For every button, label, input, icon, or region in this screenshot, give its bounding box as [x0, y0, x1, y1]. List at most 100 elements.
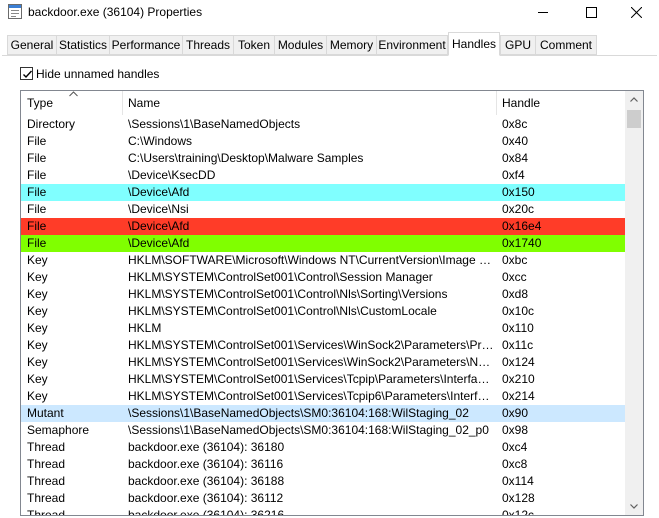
table-row[interactable]: File \Device\Afd 0x150 — [21, 184, 625, 201]
tab-statistics[interactable]: Statistics — [56, 35, 110, 55]
cell-name: \Sessions\1\BaseNamedObjects\SM0:36104:1… — [128, 406, 469, 420]
table-row[interactable]: Key HKLM\SYSTEM\ControlSet001\Services\Wi… — [21, 337, 625, 354]
cell-name: HKLM — [128, 321, 162, 335]
cell-name: backdoor.exe (36104): 36116 — [128, 457, 284, 471]
cell-type: Key — [27, 321, 48, 335]
tab-gpu[interactable]: GPU — [500, 35, 536, 55]
checkmark-icon — [23, 70, 33, 79]
cell-handle: 0x90 — [502, 406, 529, 420]
tab-modules[interactable]: Modules — [274, 35, 327, 55]
cell-type: Key — [27, 372, 48, 386]
scroll-up-button[interactable] — [625, 91, 643, 108]
tab-performance[interactable]: Performance — [109, 35, 183, 55]
cell-handle: 0x214 — [502, 389, 535, 403]
close-icon — [631, 7, 642, 18]
column-header-type[interactable]: Type — [21, 91, 121, 115]
cell-handle: 0x12c — [502, 508, 535, 516]
cell-handle: 0x16e4 — [502, 219, 542, 233]
column-header-type-label: Type — [27, 96, 54, 110]
cell-type: Thread — [27, 457, 66, 471]
cell-type: Key — [27, 253, 48, 267]
cell-handle: 0x11c — [502, 338, 534, 352]
maximize-button[interactable] — [568, 0, 614, 25]
tab-token[interactable]: Token — [233, 35, 275, 55]
tab-general[interactable]: General — [7, 35, 57, 55]
cell-type: Key — [27, 270, 48, 284]
table-row[interactable]: File \Device\Afd 0x1740 — [21, 235, 625, 252]
hide-unnamed-handles-checkbox[interactable] — [20, 67, 33, 80]
cell-name: \Sessions\1\BaseNamedObjects — [128, 117, 301, 131]
cell-type: File — [27, 202, 47, 216]
cell-name: \Device\KsecDD — [128, 168, 216, 182]
table-row[interactable]: File \Device\KsecDD 0xf4 — [21, 167, 625, 184]
tab-comment[interactable]: Comment — [535, 35, 597, 55]
tab-environment[interactable]: Environment — [376, 35, 448, 55]
table-row[interactable]: Thread backdoor.exe (36104): 36188 0x114 — [21, 473, 625, 490]
cell-handle: 0x114 — [502, 474, 534, 488]
cell-handle: 0xcc — [502, 270, 527, 284]
cell-name: backdoor.exe (36104): 36112 — [128, 491, 284, 505]
chevron-down-icon — [630, 504, 638, 509]
cell-type: Thread — [27, 474, 66, 488]
sort-ascending-icon — [69, 91, 78, 97]
cell-type: File — [27, 168, 47, 182]
table-row[interactable]: File \Device\Nsi 0x20c — [21, 201, 625, 218]
scrollbar-thumb[interactable] — [627, 110, 641, 128]
cell-name: HKLM\SYSTEM\ControlSet001\Control\Nls\Cu… — [128, 304, 437, 318]
table-row[interactable]: Key HKLM\SYSTEM\ControlSet001\Services\Wi… — [21, 354, 625, 371]
table-row[interactable]: Key HKLM\SYSTEM\ControlSet001\Control\Ses… — [21, 269, 625, 286]
cell-name: backdoor.exe (36104): 36188 — [128, 474, 285, 488]
cell-handle: 0x20c — [502, 202, 535, 216]
cell-handle: 0x98 — [502, 423, 529, 437]
table-row[interactable]: File \Device\Afd 0x16e4 — [21, 218, 625, 235]
tab-memory[interactable]: Memory — [326, 35, 377, 55]
cell-name: HKLM\SYSTEM\ControlSet001\Services\WinSo… — [128, 355, 494, 369]
cell-handle: 0x210 — [502, 372, 535, 386]
table-row[interactable]: Thread backdoor.exe (36104): 36116 0xc8 — [21, 456, 625, 473]
table-row[interactable]: Directory \Sessions\1\BaseNamedObjects 0x8… — [21, 116, 625, 133]
table-row[interactable]: Key HKLM\SYSTEM\ControlSet001\Control\Nls… — [21, 286, 625, 303]
cell-name: \Device\Afd — [128, 236, 190, 250]
table-row[interactable]: Key HKLM\SYSTEM\ControlSet001\Control\Nls… — [21, 303, 625, 320]
cell-type: File — [27, 185, 47, 199]
table-row[interactable]: Key HKLM\SOFTWARE\Microsoft\Windows NT\Cu… — [21, 252, 625, 269]
column-header-name[interactable]: Name — [122, 91, 496, 115]
close-button[interactable] — [613, 0, 659, 25]
app-icon — [8, 4, 22, 19]
cell-name: backdoor.exe (36104): 36180 — [128, 440, 285, 454]
handles-list[interactable]: Type Name Handle Directory \Sessions\1\Ba… — [20, 90, 644, 516]
cell-handle: 0xf4 — [502, 168, 525, 182]
table-row[interactable]: File C:\Users\training\Desktop\Malware Sa… — [21, 150, 625, 167]
scroll-down-button[interactable] — [625, 498, 643, 515]
cell-type: Key — [27, 355, 48, 369]
cell-type: Key — [27, 389, 48, 403]
table-row[interactable]: Semaphore \Sessions\1\BaseNamedObjects\SM… — [21, 422, 625, 439]
cell-type: Directory — [27, 117, 76, 131]
minimize-button[interactable] — [520, 0, 566, 25]
table-row[interactable]: Key HKLM\SYSTEM\ControlSet001\Services\Tc… — [21, 371, 625, 388]
vertical-scrollbar[interactable] — [625, 91, 643, 515]
cell-handle: 0x8c — [502, 117, 528, 131]
table-row[interactable]: Thread backdoor.exe (36104): 36112 0x128 — [21, 490, 625, 507]
window-title: backdoor.exe (36104) Properties — [28, 5, 203, 19]
cell-name: C:\Windows — [128, 134, 193, 148]
table-row[interactable]: File C:\Windows 0x40 — [21, 133, 625, 150]
cell-type: File — [27, 236, 47, 250]
cell-name: HKLM\SYSTEM\ControlSet001\Control\Sessio… — [128, 270, 433, 284]
cell-handle: 0x40 — [502, 134, 529, 148]
cell-name: backdoor.exe (36104): 36216 — [128, 508, 285, 516]
tab-threads[interactable]: Threads — [182, 35, 234, 55]
table-row[interactable]: Key HKLM\SYSTEM\ControlSet001\Services\Tc… — [21, 388, 625, 405]
tab-divider — [2, 55, 657, 56]
hide-unnamed-handles-label: Hide unnamed handles — [36, 67, 160, 81]
column-header-handle[interactable]: Handle — [496, 91, 625, 115]
tab-handles[interactable]: Handles — [448, 32, 500, 56]
table-row[interactable]: Key HKLM 0x110 — [21, 320, 625, 337]
list-rows: Directory \Sessions\1\BaseNamedObjects 0x8… — [21, 116, 625, 516]
table-row[interactable]: Thread backdoor.exe (36104): 36180 0xc4 — [21, 439, 625, 456]
cell-handle: 0x84 — [502, 151, 529, 165]
table-row[interactable]: Thread backdoor.exe (36104): 36216 0x12c — [21, 507, 625, 516]
cell-handle: 0x10c — [502, 304, 535, 318]
maximize-icon — [586, 7, 597, 18]
table-row[interactable]: Mutant \Sessions\1\BaseNamedObjects\SM0:3… — [21, 405, 625, 422]
